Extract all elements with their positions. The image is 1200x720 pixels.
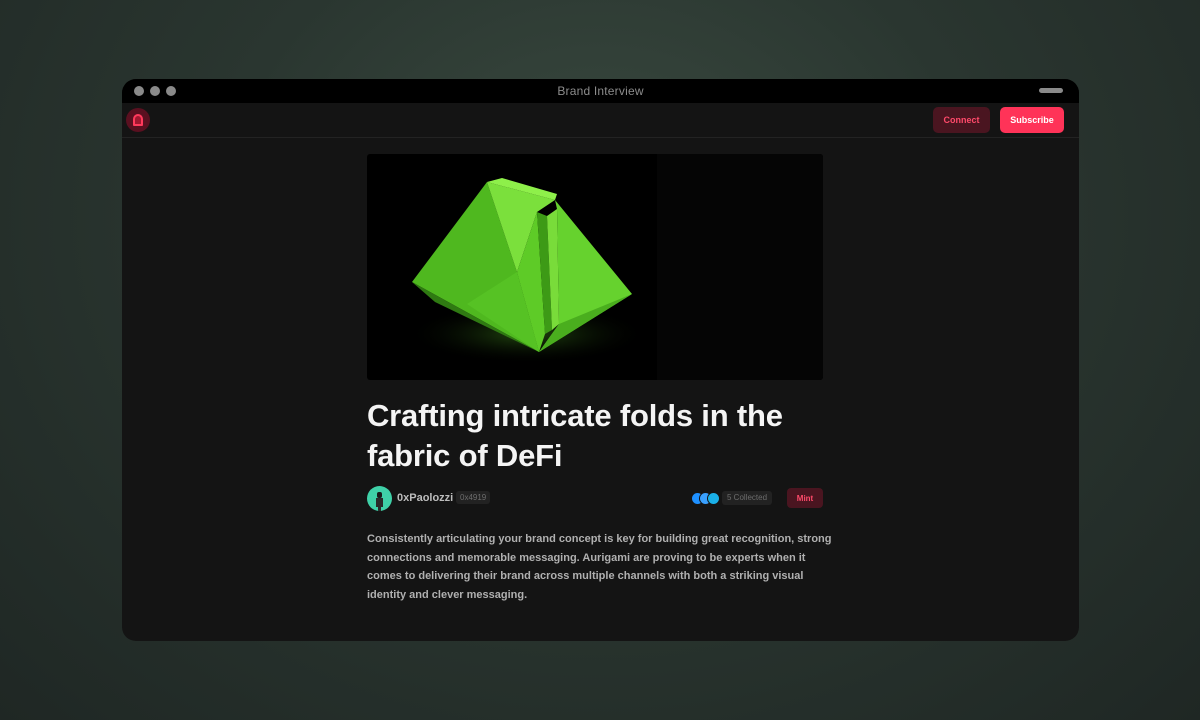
collector-avatar — [707, 492, 720, 505]
author-row: 0xPaolozzi 0x4919 5 Collected Mint — [367, 485, 823, 511]
subscribe-button[interactable]: Subscribe — [1000, 107, 1064, 133]
window-title: Brand Interview — [557, 84, 644, 98]
hero-image — [367, 154, 823, 380]
author-name[interactable]: 0xPaolozzi — [397, 492, 453, 504]
article-headline: Crafting intricate folds in the fabric o… — [367, 398, 783, 473]
window-menu-icon[interactable] — [1039, 88, 1063, 93]
collected-count-badge: 5 Collected — [722, 491, 773, 505]
logo-glyph — [133, 114, 143, 126]
app-window: Brand Interview Connect Subscribe Crafti… — [122, 79, 1079, 641]
author-address-badge: 0x4919 — [456, 491, 491, 504]
mint-button[interactable]: Mint — [787, 488, 823, 508]
title-bar: Brand Interview — [122, 79, 1079, 103]
author-avatar[interactable] — [367, 486, 392, 511]
app-header: Connect Subscribe — [122, 103, 1079, 138]
avatar-figure-icon — [376, 492, 383, 511]
brand-logo-icon[interactable] — [126, 108, 150, 132]
connect-button[interactable]: Connect — [933, 107, 990, 133]
origami-illustration — [407, 178, 647, 364]
article-body: Consistently articulating your brand con… — [367, 533, 832, 601]
